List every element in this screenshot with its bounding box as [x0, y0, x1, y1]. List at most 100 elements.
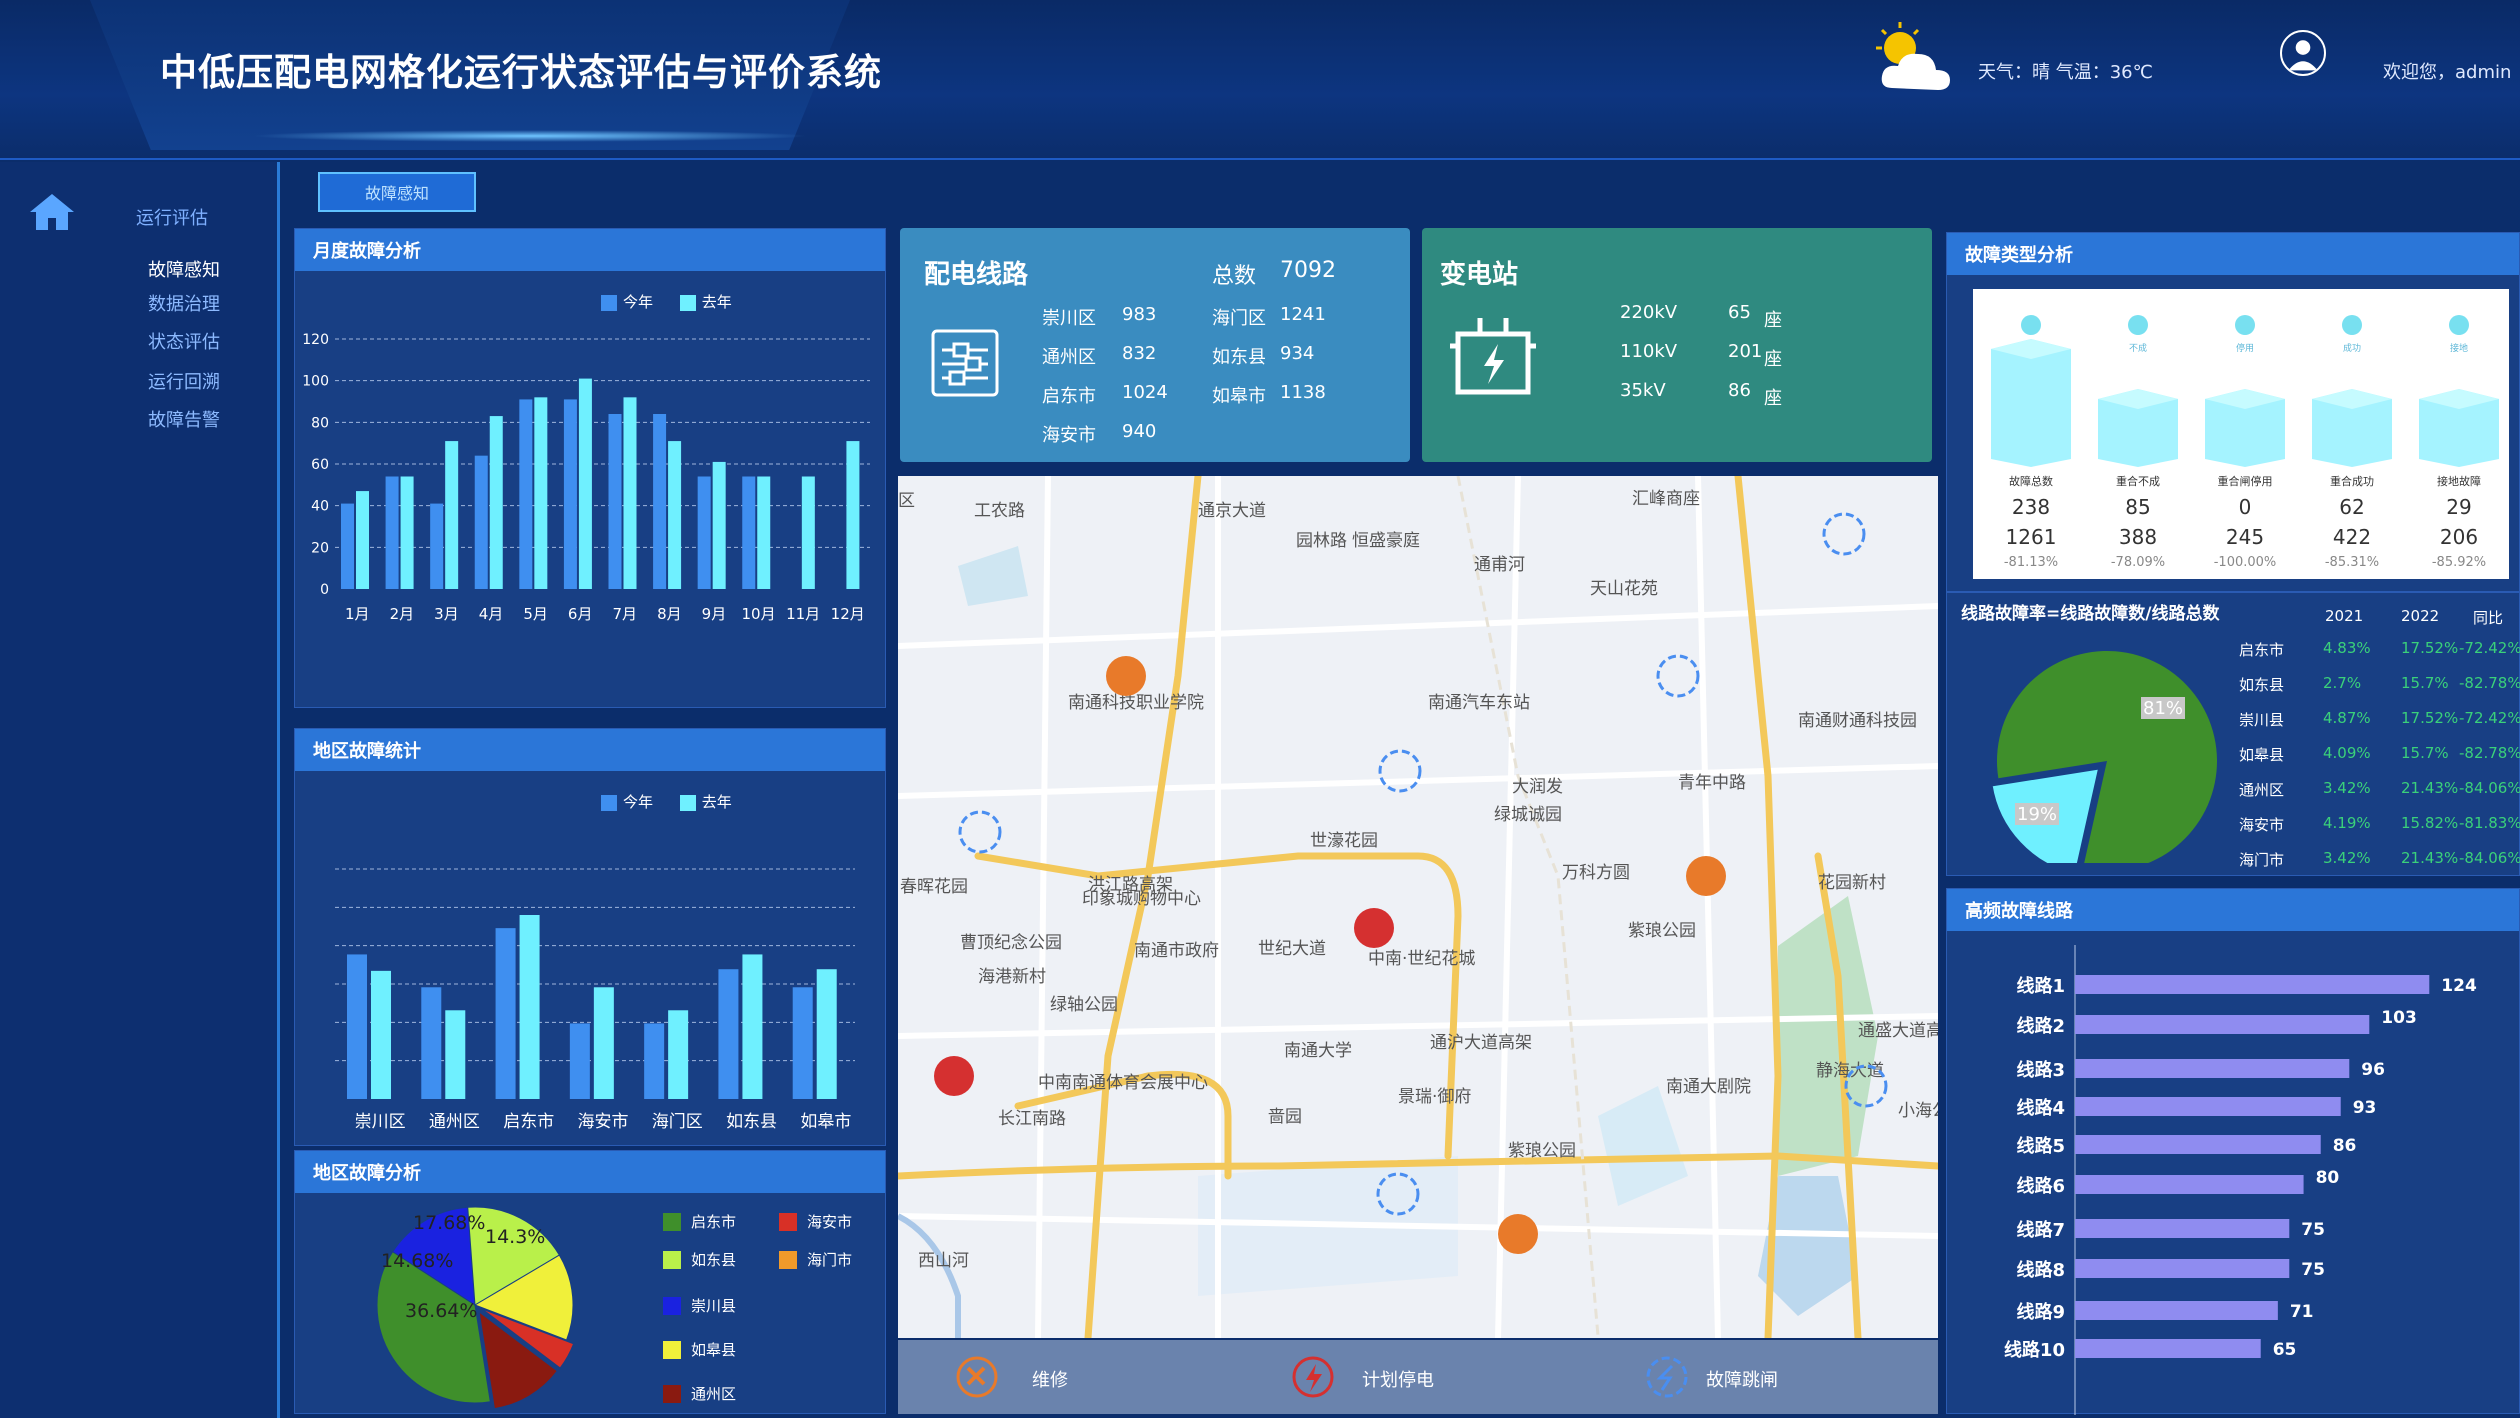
fault-change-percent: -85.92% — [2431, 555, 2487, 570]
high-frequency-bar-chart: 线路1 124 线路2 103 线路3 96 线路4 93 线路5 86 线路6 80 线路7 75 线路8… — [2004, 945, 2477, 1415]
fault-count-2021: 422 — [2332, 525, 2372, 549]
data-label: 86 — [2333, 1136, 2357, 1156]
sidebar-item-run-back[interactable]: 运行回溯 — [148, 368, 220, 394]
fault-count-2022: 29 — [2446, 495, 2472, 519]
bar — [489, 416, 503, 589]
fault-type-label: 重合闸停用 — [2217, 475, 2273, 488]
bar — [347, 954, 367, 1099]
legend-swatch — [663, 1250, 681, 1269]
panel-title: 高频故障线路 — [1947, 889, 2519, 931]
data-label: 103 — [2381, 1008, 2417, 1028]
district-label: 如东县 — [1212, 347, 1266, 368]
user-avatar-icon[interactable] — [2280, 30, 2326, 76]
y-tick-label: 0 — [320, 582, 329, 598]
badge-icon — [2021, 315, 2041, 335]
data-label: 75 — [2301, 1260, 2325, 1280]
bar — [846, 441, 860, 589]
bar — [668, 1010, 689, 1099]
bar — [742, 954, 763, 1099]
table-cell-2021: 4.19% — [2323, 814, 2371, 832]
card-title: 配电线路 — [924, 260, 1029, 290]
outage-pin-icon[interactable] — [1354, 908, 1394, 948]
region-bar-chart: 崇川区 通州区 启东市 海安市 海门区 如东县 如皋市 — [335, 868, 855, 1132]
bar — [356, 491, 369, 589]
sidebar-group-title[interactable]: 运行评估 — [136, 204, 208, 230]
table-row-label: 如东县 — [2239, 676, 2285, 694]
legend-swatch — [779, 1212, 797, 1231]
legend-swatch-this-year — [601, 794, 617, 811]
bar — [563, 399, 577, 589]
table-cell-2022: 21.43% — [2401, 779, 2459, 797]
map-place-label: 通沪大道高架 — [1430, 1033, 1532, 1053]
repair-pin-icon[interactable] — [1106, 656, 1146, 696]
y-tick-label: 120 — [302, 332, 329, 348]
welcome-text: 欢迎您，admin — [2383, 62, 2512, 83]
badge-label: 不成 — [2129, 342, 2147, 354]
map-place-label: 南通大剧院 — [1666, 1077, 1751, 1097]
circuit-icon — [931, 329, 999, 397]
map-place-label: 通京大道 — [1198, 501, 1266, 521]
legend-label-repair: 维修 — [1032, 1370, 1068, 1391]
bar — [593, 987, 614, 1099]
sidebar-item-fault-perception[interactable]: 故障感知 — [148, 256, 220, 282]
map-canvas[interactable]: 工农路 通京大道恒盛豪庭 汇峰商座通甫河天山花苑 园林路南通汽车东站 南通科技职业学院大… — [898, 476, 1938, 1338]
repair-pin-icon[interactable] — [1686, 856, 1726, 896]
sidebar-item-data-governance[interactable]: 数据治理 — [148, 290, 220, 316]
fault-count-2021: 388 — [2118, 525, 2158, 549]
chart-legend: 今年 去年 — [601, 291, 732, 312]
pie-label: 14.68% — [381, 1250, 453, 1272]
fault-type-label: 接地故障 — [2437, 475, 2481, 488]
map-place-label: 西山河 — [918, 1251, 969, 1271]
tab-fault-perception[interactable]: 故障感知 — [318, 172, 476, 212]
bar — [608, 414, 622, 589]
repair-pin-icon[interactable] — [1498, 1214, 1538, 1254]
table-cell-2022: 17.52% — [2401, 709, 2459, 727]
x-tick-label: 6月 — [568, 605, 593, 623]
table-cell-yoy: -72.42% — [2459, 709, 2520, 727]
fault-type-cube-icon: 故障 — [1991, 315, 2071, 467]
map-place-label: 景瑞·御府 — [1398, 1087, 1471, 1107]
map-place-label: 紫琅公园 — [1508, 1141, 1576, 1161]
outage-pin-icon[interactable] — [934, 1056, 974, 1096]
map-place-label: 南通财通科技园 — [1798, 711, 1917, 731]
legend-label: 崇川县 — [691, 1297, 737, 1315]
map-place-label: 曹顶纪念公园 — [960, 932, 1062, 953]
table-row-label: 崇川县 — [2239, 711, 2285, 729]
table-row-label: 海安市 — [2239, 816, 2285, 834]
fault-type-cube-icon: 停用 — [2205, 315, 2285, 467]
pie-label: 36.64% — [405, 1300, 477, 1322]
bar — [2075, 975, 2430, 994]
planned-outage-icon[interactable] — [1290, 1354, 1336, 1400]
fault-trip-icon[interactable] — [1644, 1354, 1690, 1400]
fault-type-cube-icon: 不成 — [2098, 315, 2178, 467]
district-label: 崇川区 — [1042, 308, 1096, 329]
bar — [519, 399, 533, 589]
map-place-label: 花园新村 — [1818, 873, 1886, 893]
map-place-label: 园林路 — [1296, 531, 1347, 551]
high-frequency-lines-panel: 高频故障线路 线路1 124 线路2 103 线路3 96 线路4 93 线路5 86 线路6 80 线… — [1946, 888, 2520, 1415]
sidebar-item-fault-alarm[interactable]: 故障告警 — [148, 406, 220, 432]
district-value: 940 — [1122, 421, 1157, 442]
map-view[interactable]: 工农路 通京大道 恒盛豪庭 汇峰商座 通甫河 天山花苑 园林路 南通汽车东站 南通科技职业学院大… — [898, 476, 1938, 1338]
title-glow — [250, 130, 810, 142]
bar — [757, 476, 771, 589]
map-place-label: 汇峰商座 — [1632, 489, 1700, 509]
legend-item: 如皋县 — [663, 1339, 736, 1360]
bar — [644, 1023, 665, 1099]
y-tick-label: 40 — [311, 499, 329, 515]
table-cell-yoy: -81.83% — [2459, 814, 2520, 832]
home-icon[interactable] — [28, 192, 76, 232]
bar — [371, 970, 391, 1099]
repair-icon[interactable] — [954, 1354, 1000, 1400]
voltage-label: 110kV — [1620, 341, 1678, 362]
fault-count-2022: 62 — [2339, 495, 2365, 519]
district-value: 1241 — [1280, 304, 1326, 325]
sidebar-item-status-eval[interactable]: 状态评估 — [148, 328, 220, 354]
badge-label: 成功 — [2343, 342, 2361, 354]
y-tick-label: 60 — [311, 457, 329, 473]
y-tick-label: 线路6 — [2016, 1175, 2065, 1197]
legend-label-planned-outage: 计划停电 — [1362, 1370, 1434, 1391]
bar — [2075, 1219, 2290, 1238]
bar — [742, 476, 756, 589]
pie-legend: 启东市 海安市 如东县 海门市 崇川县 如皋县 通州区 — [663, 1211, 883, 1411]
